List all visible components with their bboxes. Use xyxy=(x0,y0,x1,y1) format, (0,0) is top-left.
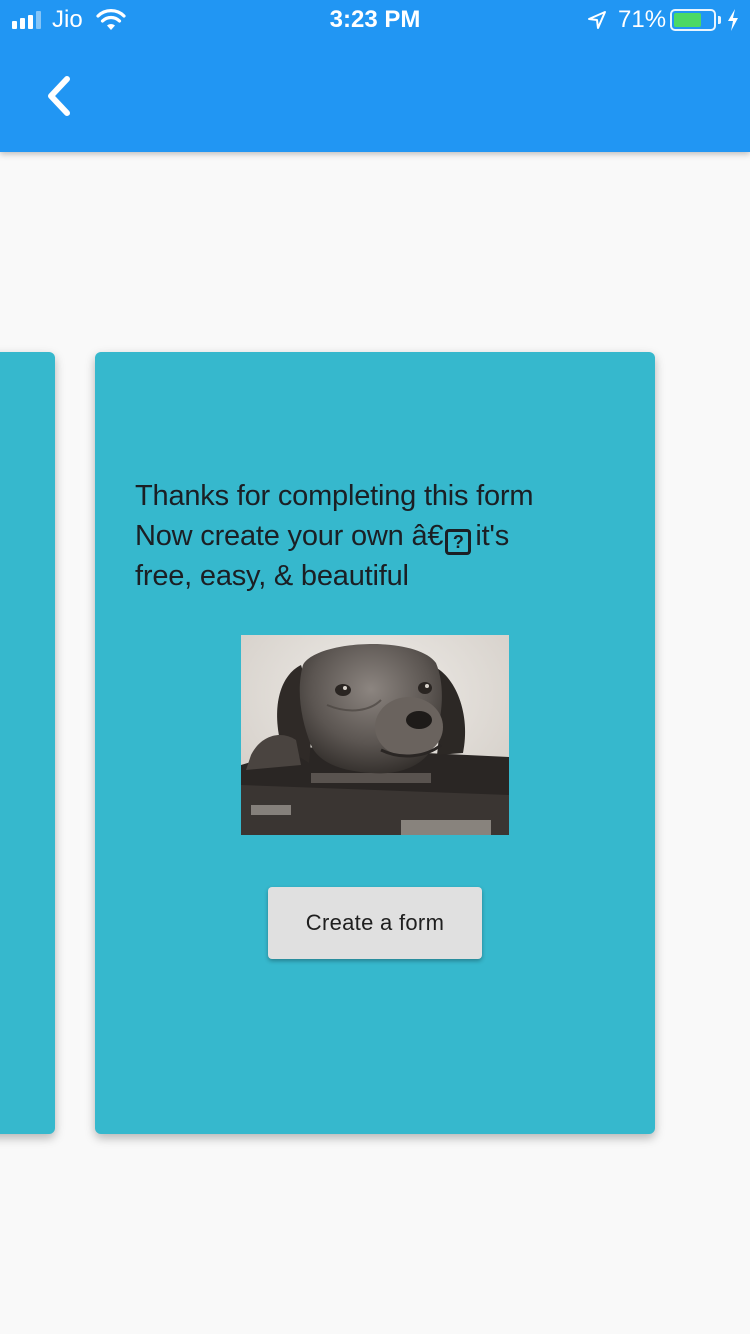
message-line-1: Thanks for completing this form xyxy=(135,480,534,512)
status-bar: Jio 3:23 PM 71% xyxy=(0,0,750,40)
app-screen: Jio 3:23 PM 71% Thanks for completing th… xyxy=(0,0,750,1334)
message-line-2: Now create your own â€? it's xyxy=(135,516,615,556)
message-line-2-start: Now create your own â€ xyxy=(135,520,444,552)
create-form-button[interactable]: Create a form xyxy=(268,887,482,959)
charging-bolt-icon xyxy=(728,9,738,31)
chevron-left-icon xyxy=(48,76,70,116)
message-line-2-end: it's xyxy=(475,520,510,552)
completion-card: Thanks for completing this form Now crea… xyxy=(95,352,655,1134)
app-header: Jio 3:23 PM 71% xyxy=(0,0,750,152)
battery-icon xyxy=(670,9,716,31)
battery-percentage: 71% xyxy=(618,6,667,33)
dog-illustration xyxy=(241,635,509,835)
missing-glyph-icon: ? xyxy=(445,529,472,555)
battery-level-fill xyxy=(674,13,701,27)
dog-photo xyxy=(241,635,509,835)
back-button[interactable] xyxy=(30,66,86,126)
previous-card[interactable] xyxy=(0,352,55,1134)
message-line-3: free, easy, & beautiful xyxy=(135,560,409,592)
battery-tip xyxy=(718,16,721,24)
completion-message: Thanks for completing this form Now crea… xyxy=(135,476,615,596)
location-arrow-icon xyxy=(588,11,606,29)
